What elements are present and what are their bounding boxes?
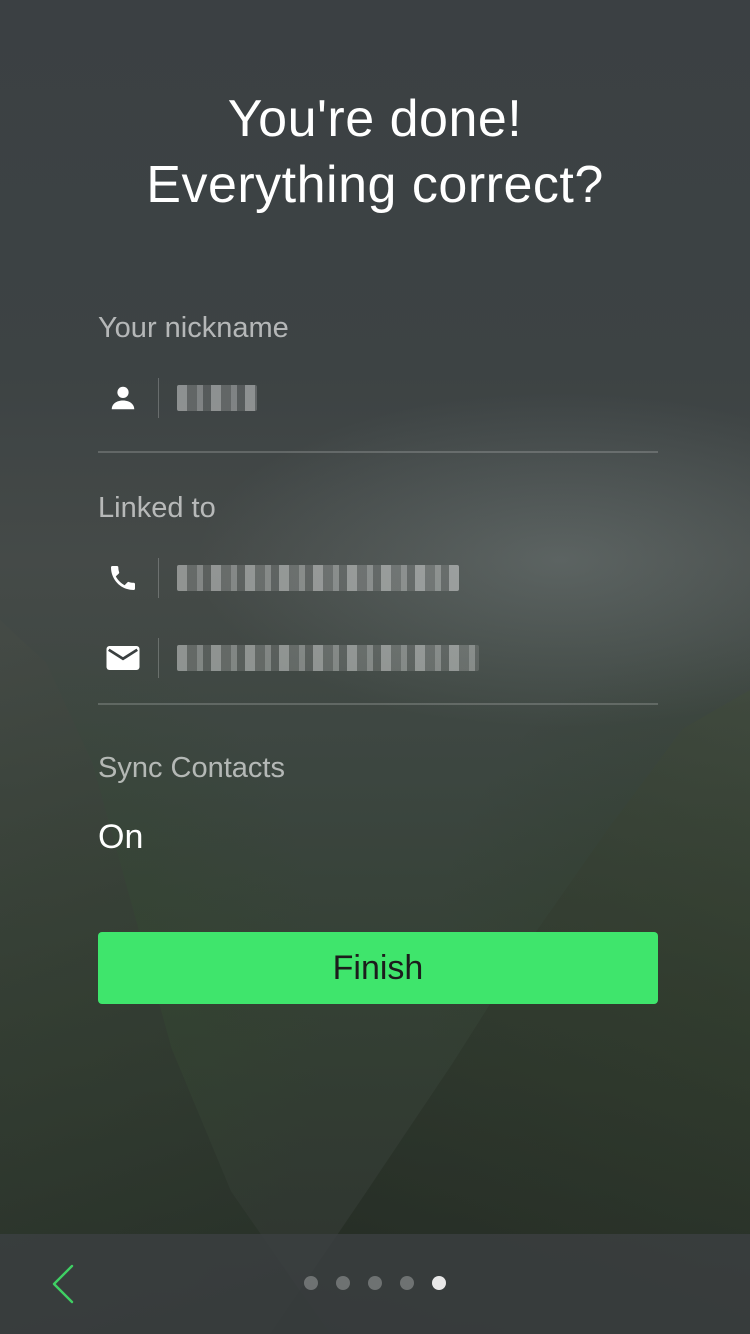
title-line-2: Everything correct? xyxy=(146,156,604,214)
setup-summary-screen: You're done! Everything correct? Your ni… xyxy=(0,0,750,1334)
sync-contacts-label: Sync Contacts xyxy=(98,752,285,784)
person-icon xyxy=(98,376,148,420)
bottom-nav-bar xyxy=(0,1234,750,1334)
sync-contacts-value[interactable]: On xyxy=(98,818,143,857)
nickname-value: ●●●● xyxy=(177,385,257,411)
linked-to-label: Linked to xyxy=(98,492,216,524)
page-dot[interactable] xyxy=(304,1276,318,1290)
mail-icon xyxy=(98,636,148,680)
finish-button[interactable]: Finish xyxy=(98,932,658,1004)
linked-phone-row[interactable]: ●●●●●●● ●●●●●●● xyxy=(98,556,459,600)
linked-phone-value: ●●●●●●● ●●●●●●● xyxy=(177,565,459,591)
phone-icon xyxy=(98,556,148,600)
page-dot-active[interactable] xyxy=(432,1276,446,1290)
chevron-left-icon xyxy=(52,1264,74,1304)
field-separator xyxy=(158,638,159,678)
field-separator xyxy=(158,378,159,418)
page-title: You're done! Everything correct? xyxy=(0,86,750,218)
nickname-label: Your nickname xyxy=(98,312,289,344)
page-dot[interactable] xyxy=(368,1276,382,1290)
field-separator xyxy=(158,558,159,598)
linked-email-value: ●●●●●●●●●●●●●●●●●● xyxy=(177,645,479,671)
section-divider xyxy=(98,703,658,705)
section-divider xyxy=(98,451,658,453)
back-button[interactable] xyxy=(40,1260,88,1308)
title-line-1: You're done! xyxy=(227,90,523,148)
page-dot[interactable] xyxy=(336,1276,350,1290)
page-indicator xyxy=(304,1276,446,1290)
page-dot[interactable] xyxy=(400,1276,414,1290)
nickname-row[interactable]: ●●●● xyxy=(98,376,257,420)
linked-email-row[interactable]: ●●●●●●●●●●●●●●●●●● xyxy=(98,636,479,680)
